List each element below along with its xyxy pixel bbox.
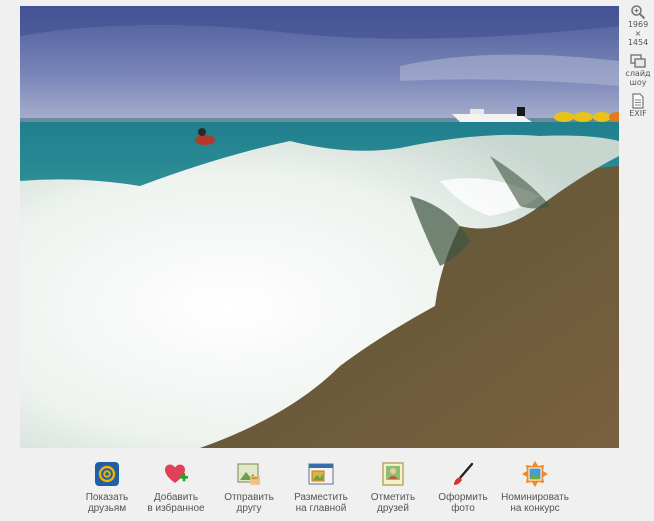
exif-button[interactable]: EXIF — [622, 93, 654, 118]
place-on-main-button[interactable]: Разместить на главной — [284, 460, 358, 514]
send-friend-label-1: Отправить — [224, 492, 274, 503]
tag-friends-icon — [382, 462, 404, 486]
exif-icon — [632, 93, 644, 109]
tag-friends-label-1: Отметить — [370, 492, 416, 503]
add-favorite-label-2: в избранное — [147, 503, 205, 514]
photo-actions-bar: Показать друзьям Добавить в избранное От… — [70, 460, 590, 518]
brush-icon — [454, 462, 474, 485]
place-on-main-icon — [308, 463, 334, 485]
send-friend-label-2: другу — [236, 503, 262, 514]
exif-label: EXIF — [629, 109, 647, 118]
main-photo[interactable] — [20, 6, 619, 448]
decorate-photo-label-1: Оформить — [438, 492, 488, 503]
zoom-original-size[interactable]: 1969 × 1454 — [622, 4, 654, 47]
place-on-main-label-1: Разместить — [294, 492, 348, 503]
send-friend-button[interactable]: Отправить другу — [212, 460, 286, 514]
show-friends-button[interactable]: Показать друзьям — [70, 460, 144, 514]
zoom-icon — [631, 5, 646, 20]
heart-plus-icon — [165, 464, 188, 483]
nominate-contest-label-1: Номинировать — [501, 492, 569, 503]
side-toolbar: 1969 × 1454 слайд шоу EXIF — [622, 4, 654, 124]
nominate-contest-button[interactable]: Номинировать на конкурс — [498, 460, 572, 514]
slideshow-button[interactable]: слайд шоу — [622, 53, 654, 87]
decorate-photo-label-2: фото — [451, 503, 475, 514]
place-on-main-label-2: на главной — [295, 503, 347, 514]
nominate-contest-label-2: на конкурс — [510, 503, 560, 514]
image-height: 1454 — [627, 38, 649, 47]
slideshow-label-1: слайд — [625, 69, 651, 78]
add-favorite-button[interactable]: Добавить в избранное — [139, 460, 213, 514]
slideshow-icon — [630, 54, 646, 68]
tag-friends-button[interactable]: Отметить друзей — [356, 460, 430, 514]
photo-viewer: 1969 × 1454 слайд шоу EXIF Показать друз… — [0, 0, 654, 521]
mail-at-icon — [95, 462, 119, 486]
tag-friends-label-2: друзей — [377, 503, 409, 514]
slideshow-label-2: шоу — [629, 78, 647, 87]
add-favorite-label-1: Добавить — [153, 492, 199, 503]
contest-badge-icon — [522, 461, 548, 487]
send-photo-icon — [237, 463, 260, 485]
decorate-photo-button[interactable]: Оформить фото — [426, 460, 500, 514]
dimension-separator: × — [634, 29, 642, 38]
show-friends-label-1: Показать — [85, 492, 129, 503]
image-width: 1969 — [627, 20, 649, 29]
show-friends-label-2: друзьям — [87, 503, 127, 514]
